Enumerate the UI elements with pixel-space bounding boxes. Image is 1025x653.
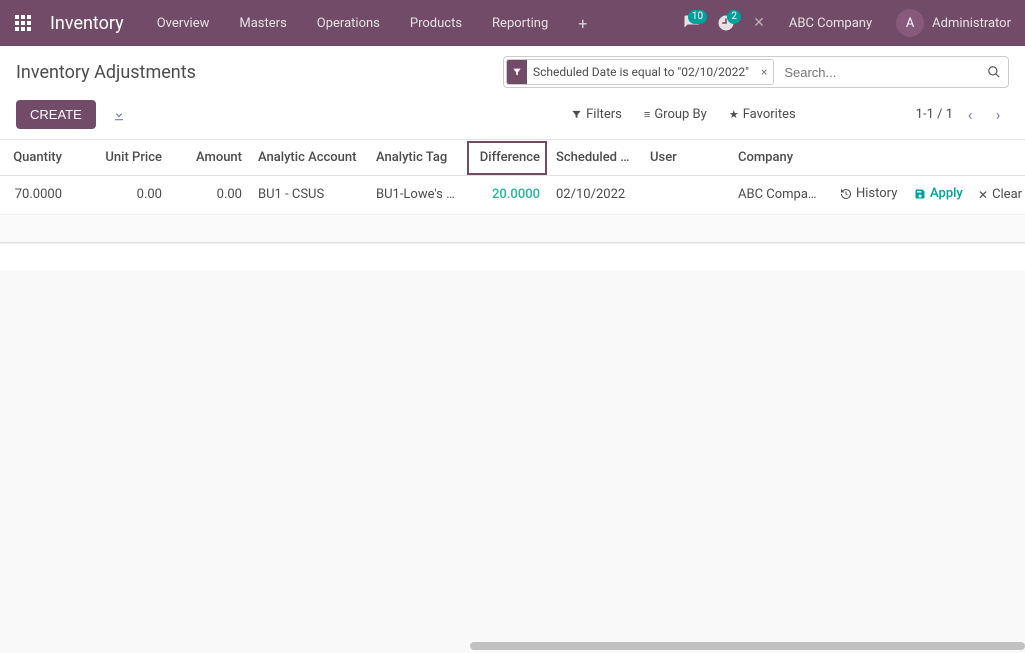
nav-item-operations[interactable]: Operations: [302, 0, 395, 46]
close-icon: ✕: [753, 15, 765, 31]
funnel-icon: [571, 109, 582, 120]
groupby-dropdown[interactable]: ≡ Group By: [644, 107, 707, 122]
group-footer: [0, 215, 1025, 243]
download-icon: [112, 108, 126, 122]
chevron-right-icon: ›: [996, 105, 1001, 124]
col-quantity[interactable]: Quantity: [0, 140, 70, 176]
nav-item-masters[interactable]: Masters: [224, 0, 301, 46]
history-icon: [840, 188, 852, 200]
cp-top: Inventory Adjustments Scheduled Date is …: [0, 46, 1025, 94]
cell-difference[interactable]: 20.0000: [466, 176, 548, 215]
close-icon: ✕: [978, 188, 988, 202]
filters-dropdown[interactable]: Filters: [571, 107, 622, 122]
cell-user[interactable]: [642, 176, 730, 215]
search-input[interactable]: [776, 57, 980, 87]
favorites-dropdown[interactable]: ★ Favorites: [729, 107, 796, 122]
col-unit-price[interactable]: Unit Price: [70, 140, 170, 176]
scrollbar-thumb[interactable]: [470, 642, 1025, 650]
clear-label: Clear: [992, 187, 1022, 202]
cell-company[interactable]: ABC Compa…: [730, 176, 826, 215]
data-table: Quantity Unit Price Amount Analytic Acco…: [0, 140, 1025, 215]
cell-action-apply: Apply: [900, 176, 964, 215]
pager-text: 1-1 / 1: [916, 107, 953, 122]
col-action-clear: [964, 140, 1025, 176]
avatar[interactable]: A: [896, 9, 924, 37]
col-user[interactable]: User: [642, 140, 730, 176]
nav-right: 10 2 ✕ ABC Company A Administrator: [675, 0, 1025, 46]
col-scheduled[interactable]: Scheduled …: [548, 140, 642, 176]
create-button[interactable]: CREATE: [16, 100, 96, 129]
pager: 1-1 / 1 ‹ ›: [916, 104, 1009, 126]
studio-close-button[interactable]: ✕: [743, 15, 775, 31]
table-row[interactable]: 70.0000 0.00 0.00 BU1 - CSUS BU1-Lowe's …: [0, 176, 1025, 215]
search-bar[interactable]: Scheduled Date is equal to "02/10/2022" …: [503, 56, 1009, 88]
messages-tray[interactable]: 10: [675, 0, 709, 46]
funnel-icon: [507, 60, 527, 84]
cell-analytic-account[interactable]: BU1 - CSUS: [250, 176, 368, 215]
apply-label: Apply: [930, 186, 963, 201]
history-button[interactable]: History: [834, 186, 900, 201]
clear-button[interactable]: ✕ Clear: [972, 187, 1025, 202]
messages-badge: 10: [688, 10, 707, 24]
groupby-label: Group By: [654, 107, 707, 122]
cell-analytic-tag[interactable]: BU1-Lowe's …: [368, 176, 466, 215]
cell-quantity[interactable]: 70.0000: [0, 176, 70, 215]
col-action-apply: [900, 140, 964, 176]
activities-tray[interactable]: 2: [709, 0, 743, 46]
list-icon: ≡: [644, 108, 650, 121]
search-button[interactable]: [980, 65, 1008, 79]
col-company[interactable]: Company: [730, 140, 826, 176]
activities-badge: 2: [727, 10, 741, 24]
nav-item-reporting[interactable]: Reporting: [477, 0, 563, 46]
user-menu[interactable]: Administrator: [932, 16, 1019, 31]
col-analytic-tag[interactable]: Analytic Tag: [368, 140, 466, 176]
cp-bottom: CREATE Filters ≡ Group By ★ Favorites 1-…: [0, 94, 1025, 139]
cell-unit-price[interactable]: 0.00: [70, 176, 170, 215]
col-analytic-account[interactable]: Analytic Account: [250, 140, 368, 176]
bottom-bar: [0, 243, 1025, 271]
col-difference[interactable]: Difference: [466, 140, 548, 176]
apps-grid-icon: [15, 15, 31, 31]
nav-item-overview[interactable]: Overview: [142, 0, 225, 46]
favorites-label: Favorites: [743, 107, 796, 122]
col-amount[interactable]: Amount: [170, 140, 250, 176]
nav-item-new[interactable]: +: [563, 0, 602, 46]
apps-menu-button[interactable]: [0, 0, 46, 46]
app-brand[interactable]: Inventory: [46, 13, 142, 34]
cell-amount[interactable]: 0.00: [170, 176, 250, 215]
filters-label: Filters: [586, 107, 622, 122]
search-icon: [987, 65, 1001, 79]
company-selector[interactable]: ABC Company: [775, 16, 886, 31]
list-view: Quantity Unit Price Amount Analytic Acco…: [0, 140, 1025, 271]
pager-prev[interactable]: ‹: [959, 104, 981, 126]
star-icon: ★: [729, 108, 739, 121]
nav-left: Inventory Overview Masters Operations Pr…: [0, 0, 602, 46]
horizontal-scrollbar[interactable]: [0, 642, 1025, 650]
cell-scheduled[interactable]: 02/10/2022: [548, 176, 642, 215]
cell-action-clear: ✕ Clear: [964, 176, 1025, 215]
control-panel: Inventory Adjustments Scheduled Date is …: [0, 46, 1025, 140]
filter-facet-remove[interactable]: ×: [755, 65, 773, 79]
main-navbar: Inventory Overview Masters Operations Pr…: [0, 0, 1025, 46]
plus-icon: +: [578, 14, 587, 33]
save-icon: [914, 188, 926, 200]
export-button[interactable]: [112, 108, 126, 122]
col-action-history: [826, 140, 900, 176]
pager-next[interactable]: ›: [987, 104, 1009, 126]
apply-button[interactable]: Apply: [908, 186, 964, 201]
chevron-left-icon: ‹: [968, 105, 973, 124]
page-title: Inventory Adjustments: [16, 62, 196, 83]
table-header-row: Quantity Unit Price Amount Analytic Acco…: [0, 140, 1025, 176]
search-options: Filters ≡ Group By ★ Favorites: [571, 107, 796, 122]
nav-item-products[interactable]: Products: [395, 0, 477, 46]
history-label: History: [856, 186, 897, 201]
cell-action-history: History: [826, 176, 900, 215]
filter-facet: Scheduled Date is equal to "02/10/2022" …: [506, 59, 774, 85]
filter-facet-text: Scheduled Date is equal to "02/10/2022": [527, 65, 755, 79]
